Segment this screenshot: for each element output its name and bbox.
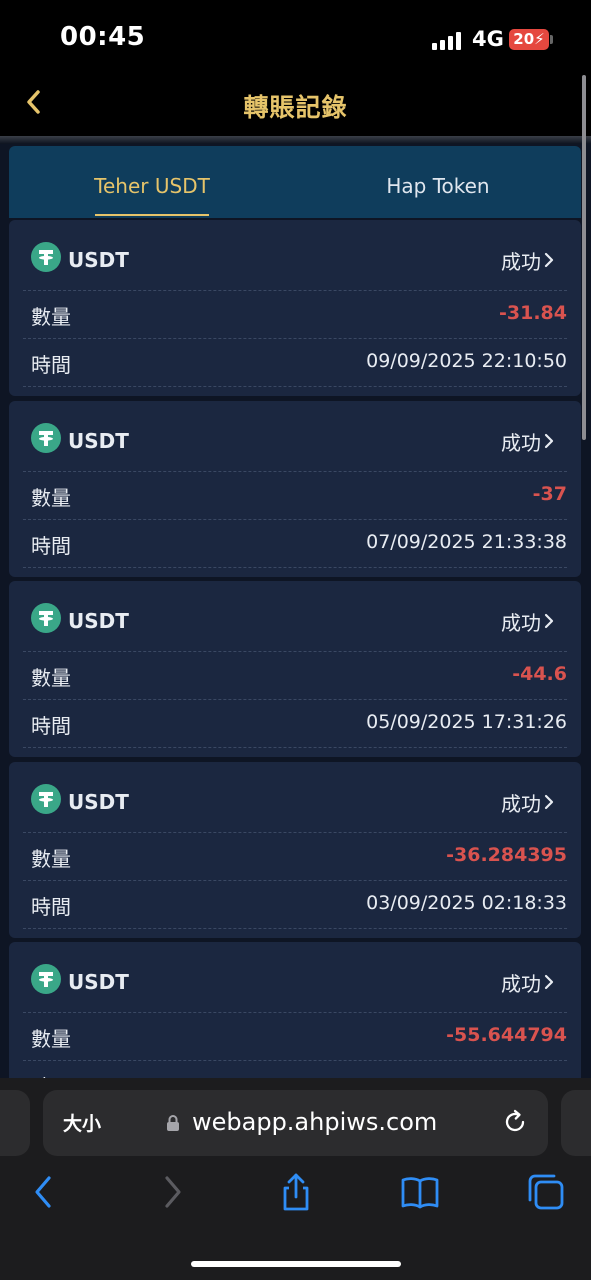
active-tab-indicator [95, 214, 209, 216]
time-row: 時間 05/09/2025 17:31:26 [23, 699, 567, 748]
amount-label: 數量 [31, 666, 71, 690]
status-bar: 00:45 4G 20⚡ [0, 0, 591, 78]
time-row: 時間 [23, 1060, 567, 1080]
tether-icon [31, 784, 61, 814]
amount-label: 數量 [31, 1027, 71, 1051]
time-label: 時間 [31, 714, 71, 738]
bookmarks-icon[interactable] [400, 1172, 440, 1212]
share-icon[interactable] [276, 1172, 316, 1212]
amount-label: 數量 [31, 305, 71, 329]
time-row: 時間 09/09/2025 22:10:50 [23, 338, 567, 387]
tether-icon [31, 242, 61, 272]
amount-row: 數量 -55.644794 [23, 1012, 567, 1060]
status-label: 成功 [501, 792, 541, 816]
back-button[interactable] [18, 86, 58, 126]
coin-name: USDT [68, 609, 129, 633]
time-value: 07/09/2025 21:33:38 [366, 531, 567, 553]
record-header[interactable]: USDT 成功 [9, 581, 581, 651]
battery-level: 20 [513, 30, 535, 48]
coin-name: USDT [68, 248, 129, 272]
amount-label: 數量 [31, 847, 71, 871]
record-card[interactable]: USDT 成功 數量 -36.284395 時間 03/09/2025 02:1… [9, 762, 581, 938]
tab-bar: Teher USDT Hap Token [9, 146, 581, 218]
time-row: 時間 03/09/2025 02:18:33 [23, 880, 567, 929]
amount-value: -55.644794 [446, 1024, 567, 1046]
record-header[interactable]: USDT 成功 [9, 942, 581, 1012]
amount-row: 數量 -37 [23, 471, 567, 519]
amount-label: 數量 [31, 486, 71, 510]
nav-header: 轉賬記錄 [0, 78, 591, 138]
chevron-right-icon [544, 252, 554, 268]
amount-value: -31.84 [499, 302, 567, 324]
scrollbar[interactable] [582, 75, 586, 440]
forward-arrow-icon[interactable] [152, 1172, 192, 1212]
coin-name: USDT [68, 970, 129, 994]
time-label: 時間 [31, 353, 71, 377]
record-card[interactable]: USDT 成功 數量 -31.84 時間 09/09/2025 22:10:50 [9, 220, 581, 396]
home-indicator[interactable] [191, 1261, 401, 1267]
amount-value: -36.284395 [446, 844, 567, 866]
browser-toolbar: 大小 webapp.ahpiws.com [0, 1078, 591, 1280]
time-value: 05/09/2025 17:31:26 [366, 711, 567, 733]
signal-icon [432, 32, 462, 50]
reload-icon[interactable] [501, 1108, 529, 1136]
record-card[interactable]: USDT 成功 數量 -55.644794 時間 [9, 942, 581, 1080]
back-arrow-icon[interactable] [24, 1172, 64, 1212]
time-label: 時間 [31, 895, 71, 919]
records-list[interactable]: Teher USDT Hap Token USDT 成功 數量 -31.84 時… [0, 144, 591, 1080]
tether-icon [31, 423, 61, 453]
address-bar[interactable]: 大小 webapp.ahpiws.com [43, 1090, 548, 1156]
tabs-icon[interactable] [526, 1172, 566, 1212]
chevron-left-icon [27, 90, 40, 114]
record-card[interactable]: USDT 成功 數量 -44.6 時間 05/09/2025 17:31:26 [9, 581, 581, 757]
amount-value: -44.6 [512, 663, 567, 685]
record-card[interactable]: USDT 成功 數量 -37 時間 07/09/2025 21:33:38 [9, 401, 581, 577]
record-header[interactable]: USDT 成功 [9, 762, 581, 832]
status-label: 成功 [501, 611, 541, 635]
coin-name: USDT [68, 790, 129, 814]
battery-tip [550, 35, 553, 44]
time-value: 03/09/2025 02:18:33 [366, 892, 567, 914]
header-divider [0, 136, 591, 144]
lock-icon [167, 1115, 179, 1131]
network-type: 4G [472, 27, 504, 51]
amount-row: 數量 -44.6 [23, 651, 567, 699]
tab-hap-token[interactable]: Hap Token [295, 146, 581, 218]
page-title: 轉賬記錄 [243, 93, 348, 122]
next-tab-preview[interactable] [561, 1090, 591, 1156]
chevron-right-icon [544, 433, 554, 449]
amount-row: 數量 -36.284395 [23, 832, 567, 880]
status-label: 成功 [501, 250, 541, 274]
tether-icon [31, 603, 61, 633]
amount-value: -37 [532, 483, 567, 505]
status-label: 成功 [501, 431, 541, 455]
amount-row: 數量 -31.84 [23, 290, 567, 338]
previous-tab-preview[interactable] [0, 1090, 30, 1156]
coin-name: USDT [68, 429, 129, 453]
tab-teher-usdt[interactable]: Teher USDT [9, 146, 295, 218]
chevron-right-icon [544, 794, 554, 810]
record-header[interactable]: USDT 成功 [9, 220, 581, 290]
tether-icon [31, 964, 61, 994]
time-value: 09/09/2025 22:10:50 [366, 350, 567, 372]
text-size-button[interactable]: 大小 [63, 1109, 101, 1136]
chevron-right-icon [544, 613, 554, 629]
url-text[interactable]: webapp.ahpiws.com [192, 1108, 437, 1136]
battery-icon: 20⚡ [509, 29, 549, 50]
status-label: 成功 [501, 972, 541, 996]
time-label: 時間 [31, 534, 71, 558]
status-time: 00:45 [60, 22, 146, 52]
record-header[interactable]: USDT 成功 [9, 401, 581, 471]
chevron-right-icon [544, 974, 554, 990]
time-row: 時間 07/09/2025 21:33:38 [23, 519, 567, 568]
